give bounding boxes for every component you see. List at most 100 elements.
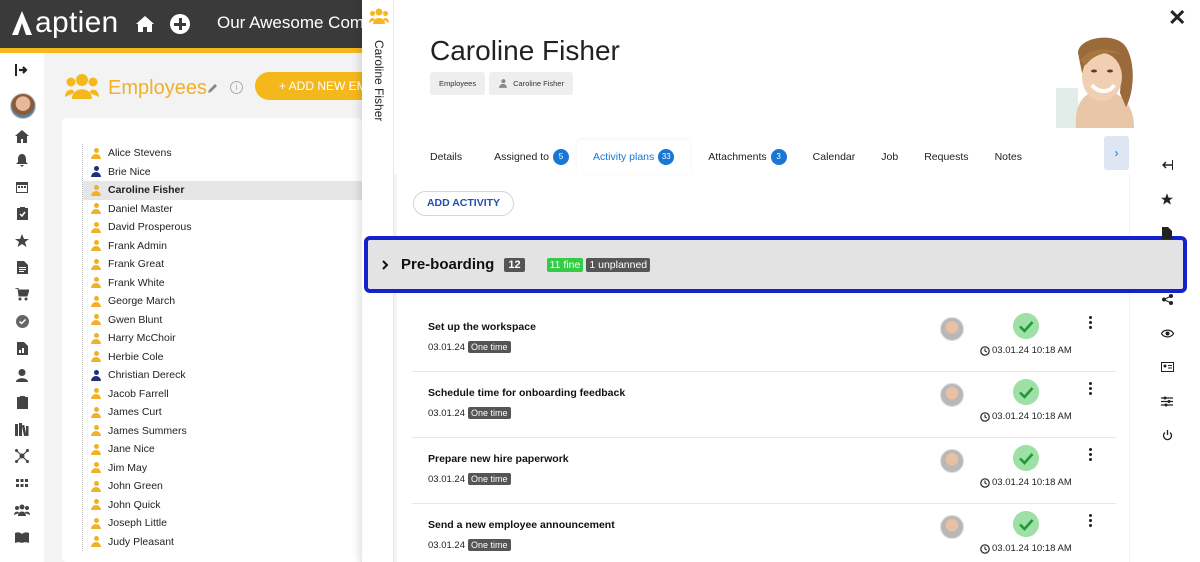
activity-title[interactable]: Schedule time for onboarding feedback (428, 387, 625, 399)
grid-icon[interactable] (14, 475, 30, 491)
employee-list-item[interactable]: Jim May (83, 459, 362, 478)
assignee-avatar[interactable] (940, 515, 964, 539)
activity-date-value: 03.01.24 (428, 473, 465, 485)
tab-attachments[interactable]: Attachments 3 (690, 140, 794, 174)
breadcrumb-employee[interactable]: Caroline Fisher (489, 72, 573, 95)
file-icon[interactable] (1160, 226, 1174, 240)
close-icon[interactable]: ✕ (1168, 7, 1186, 29)
employee-list-item[interactable]: Frank White (83, 274, 362, 293)
activity-item[interactable]: Send a new employee announcement 03.01.24… (412, 505, 1116, 562)
book-icon[interactable] (14, 529, 30, 545)
employee-list-item[interactable]: James Curt (83, 403, 362, 422)
avatar[interactable] (10, 93, 36, 119)
employee-list-item[interactable]: Frank Great (83, 255, 362, 274)
employee-list-item[interactable]: George March (83, 292, 362, 311)
employee-list-item[interactable]: Judy Pleasant (83, 533, 362, 552)
sliders-icon[interactable] (1160, 394, 1174, 408)
employee-list-item[interactable]: Jane Nice (83, 440, 362, 459)
cart-icon[interactable] (14, 286, 30, 302)
activity-title[interactable]: Prepare new hire paperwork (428, 453, 569, 465)
clipboard2-icon[interactable] (14, 394, 30, 410)
employee-list-item[interactable]: David Prosperous (83, 218, 362, 237)
logo[interactable]: aptien (10, 8, 119, 38)
more-vertical-icon[interactable] (1086, 447, 1094, 463)
clipboard-icon[interactable] (14, 205, 30, 221)
more-vertical-icon[interactable] (1086, 513, 1094, 529)
collapse-icon[interactable] (1160, 158, 1174, 172)
tab-calendar[interactable]: Calendar (795, 140, 864, 174)
more-vertical-icon[interactable] (1086, 315, 1094, 331)
eye-icon[interactable] (1160, 326, 1174, 340)
person-icon (91, 425, 101, 437)
activity-title[interactable]: Send a new employee announcement (428, 519, 615, 531)
person-icon (91, 277, 101, 289)
check-circle-icon[interactable] (14, 313, 30, 329)
document-icon[interactable] (14, 259, 30, 275)
employee-list-item[interactable]: Joseph Little (83, 514, 362, 533)
employee-list-item[interactable]: John Quick (83, 496, 362, 515)
employee-list-item[interactable]: Daniel Master (83, 200, 362, 219)
report-icon[interactable] (14, 340, 30, 356)
assignee-avatar[interactable] (940, 317, 964, 341)
team-icon[interactable] (14, 502, 30, 518)
activity-item[interactable]: Prepare new hire paperwork 03.01.24 One ti… (412, 439, 1116, 504)
exit-icon[interactable] (14, 62, 30, 78)
check-icon[interactable] (1013, 511, 1039, 537)
add-activity-button[interactable]: ADD ACTIVITY (413, 191, 514, 216)
employee-list-item[interactable]: James Summers (83, 422, 362, 441)
add-icon[interactable] (170, 14, 190, 34)
check-icon[interactable] (1013, 313, 1039, 339)
library-icon[interactable] (14, 421, 30, 437)
employee-list-item[interactable]: Harry McChoir (83, 329, 362, 348)
network-icon[interactable] (14, 448, 30, 464)
employee-name: Caroline Fisher (430, 35, 620, 66)
home-icon[interactable] (14, 128, 30, 144)
employee-list-item[interactable]: Caroline Fisher (83, 181, 362, 200)
phase-pre-boarding[interactable]: Pre-boarding 12 11 fine 1 unplanned (364, 236, 1187, 293)
star-icon[interactable] (1160, 192, 1174, 206)
activity-item[interactable]: Schedule time for onboarding feedback 03.… (412, 373, 1116, 438)
employee-name-label: Brie Nice (108, 165, 151, 178)
assignee-avatar[interactable] (940, 449, 964, 473)
employee-list-item[interactable]: Frank Admin (83, 237, 362, 256)
check-icon[interactable] (1013, 445, 1039, 471)
left-sidebar (0, 53, 44, 562)
employee-list-item[interactable]: John Green (83, 477, 362, 496)
check-icon[interactable] (1013, 379, 1039, 405)
star-icon[interactable] (14, 232, 30, 248)
completed-time-value: 03.01.24 10:18 AM (992, 411, 1072, 422)
activity-date-value: 03.01.24 (428, 539, 465, 551)
employee-list-item[interactable]: Alice Stevens (83, 144, 362, 163)
more-vertical-icon[interactable] (1086, 381, 1094, 397)
tab-requests[interactable]: Requests (906, 140, 976, 174)
tab-assigned-to[interactable]: Assigned to 5 (470, 140, 577, 174)
power-icon[interactable] (1160, 428, 1174, 442)
pencil-icon[interactable] (207, 82, 219, 94)
employee-list-item[interactable]: Herbie Cole (83, 348, 362, 367)
employee-list-item[interactable]: Christian Dereck (83, 366, 362, 385)
tab-notes[interactable]: Notes (977, 140, 1030, 174)
home-icon[interactable] (134, 13, 156, 35)
completed-time-value: 03.01.24 10:18 AM (992, 345, 1072, 356)
chevron-right-icon[interactable]: › (1104, 136, 1129, 170)
bell-icon[interactable] (14, 152, 30, 168)
calendar-icon[interactable] (14, 179, 30, 195)
tab-details[interactable]: Details (410, 140, 470, 174)
breadcrumb-employees[interactable]: Employees (430, 72, 486, 95)
activity-title[interactable]: Set up the workspace (428, 321, 536, 333)
share-icon[interactable] (1160, 292, 1174, 306)
person-icon[interactable] (14, 367, 30, 383)
activity-item[interactable]: Set up the workspace 03.01.24 One time 03.0… (412, 307, 1116, 372)
employee-name-label: Frank Great (108, 258, 165, 271)
info-icon[interactable]: i (230, 81, 243, 94)
assignee-avatar[interactable] (940, 383, 964, 407)
id-card-icon[interactable] (1160, 360, 1174, 374)
employee-name-label: Gwen Blunt (108, 313, 163, 326)
employee-list-item[interactable]: Gwen Blunt (83, 311, 362, 330)
employee-list-item[interactable]: Jacob Farrell (83, 385, 362, 404)
employee-list-item[interactable]: Brie Nice (83, 163, 362, 182)
tab-activity-plans[interactable]: Activity plans 33 (576, 140, 691, 174)
employee-name-label: John Quick (108, 498, 161, 511)
chevron-right-icon[interactable] (380, 259, 390, 270)
tab-job[interactable]: Job (863, 140, 906, 174)
